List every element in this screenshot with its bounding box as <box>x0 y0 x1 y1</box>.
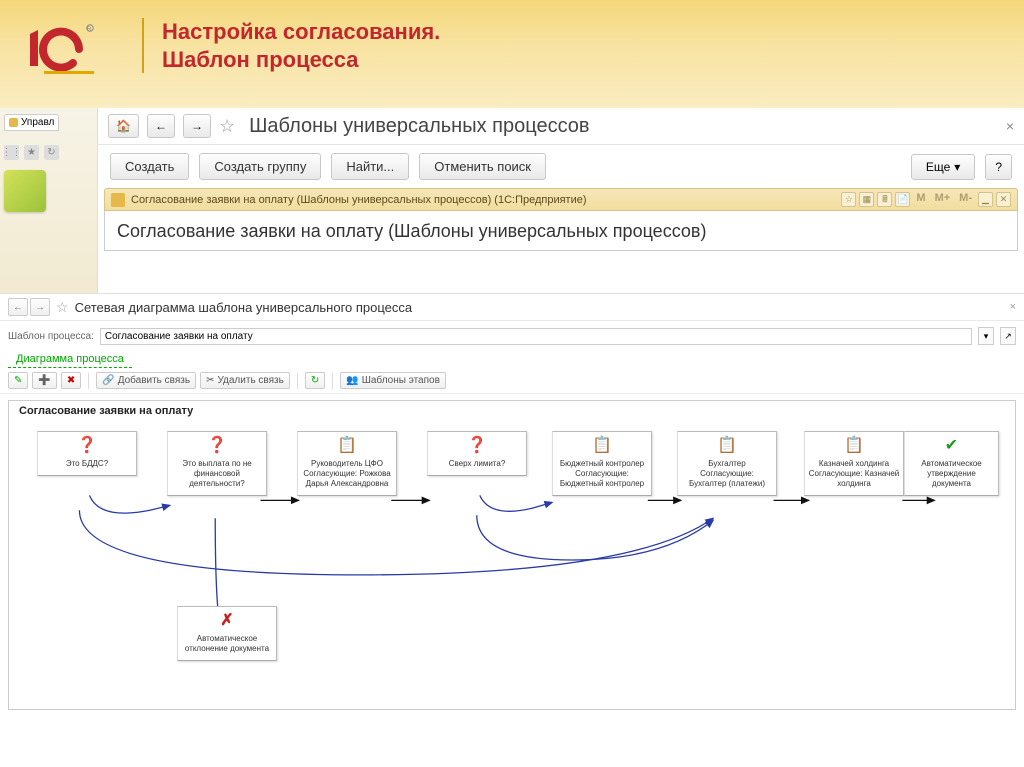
more-button[interactable]: Еще ▾ <box>911 154 975 180</box>
stage-templates-button[interactable]: 👥Шаблоны этапов <box>340 372 446 389</box>
delete-button[interactable]: ✖ <box>61 372 81 389</box>
home-button[interactable]: 🏠 <box>108 114 139 138</box>
template-field-label: Шаблон процесса: <box>8 331 94 342</box>
dp-back-button[interactable]: ← <box>8 298 28 316</box>
slide-title-2: Шаблон процесса <box>162 46 440 74</box>
create-button[interactable]: Создать <box>110 153 189 180</box>
chevron-down-icon: ▾ <box>954 160 960 174</box>
task-icon: 📋 <box>808 436 900 456</box>
star-icon[interactable]: ★ <box>24 145 39 160</box>
add-link-button[interactable]: 🔗Добавить связь <box>96 372 196 389</box>
slide-title-wrap: Настройка согласования. Шаблон процесса <box>142 18 440 73</box>
help-button[interactable]: ? <box>985 154 1012 180</box>
app-badge-icon <box>111 193 125 207</box>
mh-icon-2[interactable]: ▦ <box>859 192 874 207</box>
dp-title: Сетевая диаграмма шаблона универсального… <box>75 300 413 315</box>
task-icon: 📋 <box>681 436 773 456</box>
modal-body: Согласование заявки на оплату (Шаблоны у… <box>104 211 1018 251</box>
node-auto-approve[interactable]: ✔ Автоматическое утверждение документа <box>904 431 999 496</box>
diagram-toolbar: ✎ ➕ ✖ 🔗Добавить связь ✂Удалить связь ↻ 👥… <box>0 368 1024 394</box>
top-bar: 🏠 ← → ☆ Шаблоны универсальных процессов … <box>98 108 1024 145</box>
modal-window-title: Согласование заявки на оплату (Шаблоны у… <box>131 194 835 206</box>
dp-star-icon[interactable]: ☆ <box>56 299 69 316</box>
template-input[interactable] <box>100 328 972 345</box>
find-button[interactable]: Найти... <box>331 153 409 180</box>
mh-icon-4[interactable]: 📄 <box>895 192 910 207</box>
open-icon[interactable]: ↗ <box>1000 327 1016 345</box>
task-icon: 📋 <box>556 436 648 456</box>
node-overlimit[interactable]: ❓ Сверх лимита? <box>427 431 527 476</box>
reject-icon: ✗ <box>181 611 273 631</box>
dp-fwd-button[interactable]: → <box>30 298 50 316</box>
grid-icon[interactable]: ⋮⋮ <box>4 145 19 160</box>
node-auto-reject[interactable]: ✗ Автоматическое отклонение документа <box>177 606 277 661</box>
left-panel-stub: Управл ⋮⋮ ★ ↻ <box>0 108 98 308</box>
cube-icon <box>4 170 46 212</box>
delete-link-button[interactable]: ✂Удалить связь <box>200 372 290 389</box>
mh-icon-1[interactable]: ☆ <box>841 192 856 207</box>
history-icon[interactable]: ↻ <box>44 145 59 160</box>
close-icon[interactable]: × <box>1006 118 1014 134</box>
edit-button[interactable]: ✎ <box>8 372 28 389</box>
slide-title-1: Настройка согласования. <box>162 18 440 46</box>
question-icon: ❓ <box>41 436 133 456</box>
refresh-button[interactable]: ↻ <box>305 372 325 389</box>
m-plus-button[interactable]: M+ <box>932 192 954 207</box>
stub-tab[interactable]: Управл <box>4 114 59 131</box>
node-treasurer[interactable]: 📋 Казначей холдинга Согласующие: Казначе… <box>804 431 904 496</box>
minimize-icon[interactable]: ▁ <box>978 192 993 207</box>
dropdown-icon[interactable]: ▾ <box>978 327 994 345</box>
node-bdds[interactable]: ❓ Это БДДС? <box>37 431 137 476</box>
node-cfo[interactable]: 📋 Руководитель ЦФО Согласующие: Рожкова … <box>297 431 397 496</box>
dp-close-icon[interactable]: × <box>1010 301 1016 313</box>
diagram-page: ← → ☆ Сетевая диаграмма шаблона универса… <box>0 293 1024 767</box>
create-group-button[interactable]: Создать группу <box>199 153 321 180</box>
cancel-find-button[interactable]: Отменить поиск <box>419 153 546 180</box>
diagram-section-label: Диаграмма процесса <box>8 351 132 368</box>
page-title: Шаблоны универсальных процессов <box>249 115 589 138</box>
node-budget-controller[interactable]: 📋 Бюджетный контролер Согласующие: Бюдже… <box>552 431 652 496</box>
favorite-star-icon[interactable]: ☆ <box>219 116 235 137</box>
canvas-title: Согласование заявки на оплату <box>19 405 193 417</box>
m-minus-button[interactable]: M- <box>956 192 975 207</box>
window-close-icon[interactable]: ✕ <box>996 192 1011 207</box>
forward-button[interactable]: → <box>183 114 211 138</box>
back-button[interactable]: ← <box>147 114 175 138</box>
node-nonfinancial[interactable]: ❓ Это выплата по не финансовой деятельно… <box>167 431 267 496</box>
diagram-canvas[interactable]: Согласование заявки на оплату <box>8 400 1016 710</box>
mh-icon-3[interactable]: 🖩 <box>877 192 892 207</box>
m-button[interactable]: M <box>913 192 928 207</box>
check-icon: ✔ <box>908 436 995 456</box>
question-icon: ❓ <box>431 436 523 456</box>
toolbar: Создать Создать группу Найти... Отменить… <box>98 145 1024 188</box>
modal-big-title: Согласование заявки на оплату (Шаблоны у… <box>117 221 1005 242</box>
question-icon: ❓ <box>171 436 263 456</box>
logo-1c: R <box>22 18 102 80</box>
task-icon: 📋 <box>301 436 393 456</box>
slide-header: R Настройка согласования. Шаблон процесс… <box>0 0 1024 108</box>
node-accountant[interactable]: 📋 Бухгалтер Согласующие: Бухгалтер (плат… <box>677 431 777 496</box>
add-button[interactable]: ➕ <box>32 372 56 389</box>
modal-header: Согласование заявки на оплату (Шаблоны у… <box>104 188 1018 211</box>
svg-text:R: R <box>87 27 92 33</box>
